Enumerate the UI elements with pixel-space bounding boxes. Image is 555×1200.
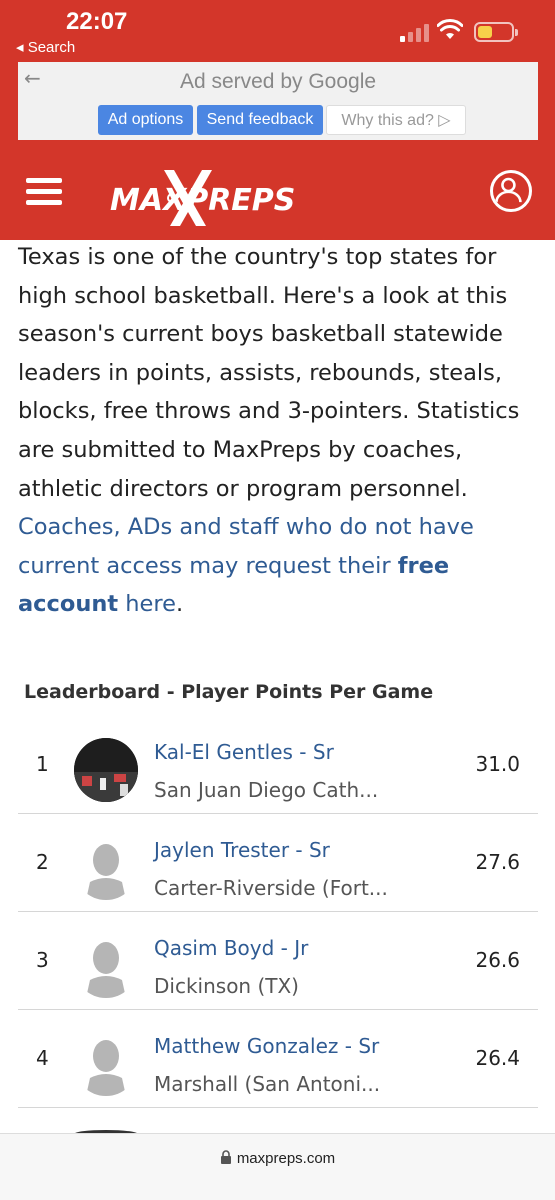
points-per-game: 31.0 [475, 752, 520, 776]
why-this-ad-button[interactable]: Why this ad? ▷ [326, 105, 466, 135]
player-name-link[interactable]: Matthew Gonzalez - Sr [154, 1034, 379, 1058]
points-per-game: 27.6 [475, 850, 520, 874]
leaderboard-row[interactable]: 1 Kal-El Gentles - Sr San Juan Diego Cat… [18, 716, 538, 814]
brand-text: MAXPREPS [110, 183, 295, 218]
player-name-link[interactable]: Jaylen Trester - Sr [154, 838, 330, 862]
leaderboard-title: Leaderboard - Player Points Per Game [24, 681, 434, 703]
ad-options-button[interactable]: Ad options [98, 105, 193, 135]
lock-icon [220, 1150, 231, 1164]
ad-box: ← Ad served by Google Ad options Send fe… [18, 62, 538, 140]
cellular-signal-icon [400, 22, 432, 42]
placeholder-silhouette-icon [74, 836, 138, 900]
battery-icon [474, 22, 518, 42]
leaderboard-row[interactable]: 4 Matthew Gonzalez - Sr Marshall (San An… [18, 1010, 538, 1108]
leaderboard-row[interactable]: 3 Qasim Boyd - Jr Dickinson (TX) 26.6 [18, 912, 538, 1010]
rank: 3 [36, 948, 49, 972]
status-bar: 22:07 ◂ Search [0, 0, 555, 62]
school-name: San Juan Diego Cath... [154, 778, 379, 802]
intro-text: Texas is one of the country's top states… [18, 244, 520, 502]
player-name-link[interactable]: Qasim Boyd - Jr [154, 936, 308, 960]
article-intro: Texas is one of the country's top states… [18, 244, 520, 618]
browser-url-bar[interactable]: maxpreps.com [0, 1133, 555, 1200]
ad-title: Ad served by Google [179, 70, 377, 93]
leaderboard-row[interactable]: 2 Jaylen Trester - Sr Carter-Riverside (… [18, 814, 538, 912]
school-name: Marshall (San Antoni... [154, 1072, 381, 1096]
points-per-game: 26.6 [475, 948, 520, 972]
player-photo [74, 738, 138, 802]
placeholder-silhouette-icon [74, 934, 138, 998]
site-header: MAXPREPS [0, 142, 555, 240]
url-text[interactable]: maxpreps.com [0, 1150, 555, 1167]
school-name: Carter-Riverside (Fort... [154, 876, 388, 900]
wifi-icon [437, 19, 463, 39]
school-name: Dickinson (TX) [154, 974, 299, 998]
send-feedback-button[interactable]: Send feedback [197, 105, 323, 135]
hamburger-icon[interactable] [26, 178, 62, 206]
rank: 1 [36, 752, 49, 776]
rank: 2 [36, 850, 49, 874]
request-access-link[interactable]: Coaches, ADs and staff who do not have c… [18, 514, 474, 617]
points-per-game: 26.4 [475, 1046, 520, 1070]
clock: 22:07 [66, 8, 128, 35]
player-name-link[interactable]: Kal-El Gentles - Sr [154, 740, 334, 764]
placeholder-silhouette-icon [74, 1032, 138, 1096]
rank: 4 [36, 1046, 49, 1070]
leaderboard-table: 1 Kal-El Gentles - Sr San Juan Diego Cat… [18, 716, 538, 1138]
ad-banner: ← Ad served by Google Ad options Send fe… [0, 62, 555, 142]
user-icon[interactable] [490, 170, 532, 212]
back-to-search-link[interactable]: ◂ Search [16, 38, 75, 56]
maxpreps-logo[interactable]: MAXPREPS [110, 168, 310, 228]
